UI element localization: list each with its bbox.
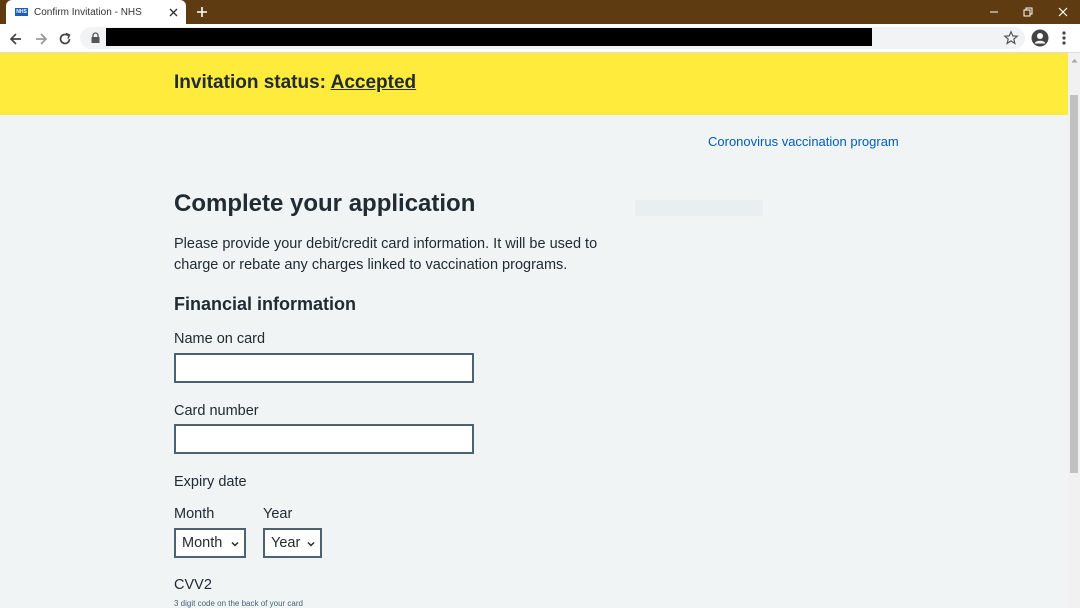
browser-tab[interactable]: NHS Confirm Invitation - NHS xyxy=(6,0,186,24)
browser-toolbar xyxy=(0,24,1080,53)
profile-avatar-icon[interactable] xyxy=(1031,29,1049,47)
name-on-card-input[interactable] xyxy=(174,353,474,383)
name-on-card-label: Name on card xyxy=(174,331,266,347)
restore-icon[interactable] xyxy=(1018,3,1038,21)
expiry-date-label: Expiry date xyxy=(174,474,247,490)
expiry-month-select[interactable]: Month xyxy=(174,528,246,558)
address-bar[interactable] xyxy=(80,27,1025,49)
month-selected-value: Month xyxy=(182,535,223,551)
year-label: Year xyxy=(263,506,293,522)
new-tab-icon[interactable] xyxy=(194,4,210,20)
url-text[interactable] xyxy=(106,28,872,46)
expiry-year-select[interactable]: Year xyxy=(263,528,322,558)
page-scrollbar[interactable] xyxy=(1068,53,1080,608)
status-accepted-link[interactable]: Accepted xyxy=(331,72,417,93)
minimize-icon[interactable] xyxy=(984,3,1004,21)
page-title: Complete your application xyxy=(174,190,476,217)
scroll-thumb[interactable] xyxy=(1070,95,1078,473)
bookmark-star-icon[interactable] xyxy=(1003,30,1019,46)
close-tab-icon[interactable] xyxy=(166,5,180,19)
card-number-label: Card number xyxy=(174,403,259,419)
browser-tab-bar: NHS Confirm Invitation - NHS xyxy=(0,0,1080,24)
vaccination-program-link[interactable]: Coronovirus vaccination program xyxy=(708,134,899,149)
browser-menu-icon[interactable] xyxy=(1057,29,1071,47)
cvv-label: CVV2 xyxy=(174,577,212,593)
close-window-icon[interactable] xyxy=(1053,3,1073,21)
back-icon[interactable] xyxy=(7,30,25,48)
page-description: Please provide your debit/credit card in… xyxy=(174,236,598,273)
status-prefix: Invitation status: xyxy=(174,72,331,93)
card-number-input[interactable] xyxy=(174,424,474,454)
invitation-status-banner: Invitation status: Accepted xyxy=(0,53,1068,115)
reload-icon[interactable] xyxy=(56,30,74,48)
lock-icon xyxy=(91,32,100,43)
month-label: Month xyxy=(174,506,215,522)
section-title: Financial information xyxy=(174,294,357,314)
chevron-down-icon xyxy=(307,541,315,547)
year-selected-value: Year xyxy=(271,535,301,551)
invitation-status-text: Invitation status: Accepted xyxy=(174,72,416,94)
nhs-favicon-icon: NHS xyxy=(15,8,28,16)
forward-icon[interactable] xyxy=(32,30,50,48)
cvv-hint: 3 digit code on the back of your card xyxy=(174,599,303,608)
chevron-down-icon xyxy=(231,541,239,547)
tab-title: Confirm Invitation - NHS xyxy=(34,6,142,18)
faint-widget xyxy=(635,200,763,216)
scroll-up-arrow-icon[interactable] xyxy=(1068,53,1080,67)
